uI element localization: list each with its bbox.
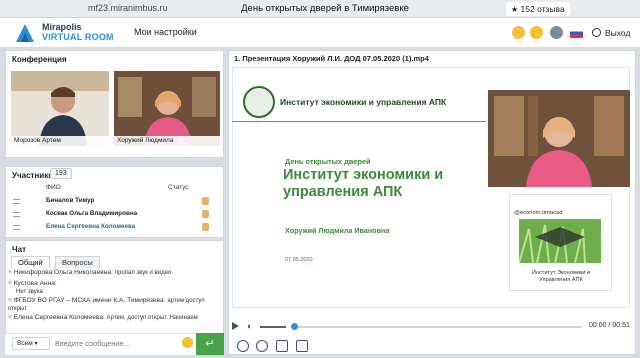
- browser-url[interactable]: mf23.miranimbus.ru: [88, 3, 168, 13]
- participants-title: Участники: [12, 171, 54, 180]
- settings-menu[interactable]: Мои настройки: [134, 27, 197, 37]
- participant-name: Морозов Артем: [11, 136, 109, 146]
- tab-general[interactable]: Общий: [11, 256, 50, 268]
- table-row[interactable]: Косвак Ольга Владимировна: [6, 208, 222, 220]
- row-handle-icon: [13, 212, 20, 217]
- message-text: Нет звука: [16, 289, 43, 295]
- status-icon: [202, 223, 209, 231]
- chevron-down-icon: ▾: [34, 341, 38, 347]
- university-seal-icon: [243, 86, 275, 118]
- participant-video-icon: [11, 71, 109, 146]
- slide-main-title: Институт экономики и управления АПК: [283, 167, 444, 200]
- social-handle: @econom.timacad: [514, 210, 563, 216]
- rating-badge[interactable]: ★ 152 отзыва: [506, 2, 570, 16]
- presentation-title: 1. Презентация Хоружий Л.И. ДОД 07.05.20…: [234, 54, 429, 63]
- playback-scrubber[interactable]: [291, 323, 298, 330]
- row-handle-icon: [13, 225, 20, 230]
- participants-count-badge: 193: [50, 168, 72, 179]
- message-author: Елена Сергеевна Коломеева:: [13, 314, 105, 321]
- star-icon: ★: [511, 5, 519, 14]
- chat-message-input[interactable]: [55, 337, 180, 350]
- volume-icon[interactable]: ◖: [246, 322, 251, 331]
- chat-title: Чат: [12, 245, 26, 254]
- participant-name: Елена Сергеевна Коломеева: [46, 223, 136, 230]
- speaker-image-icon: [488, 90, 630, 187]
- message-text: пропал звук и видео: [114, 270, 172, 276]
- chat-message: ≡ Елена Сергеевна Коломеева: Артем, дост…: [8, 314, 218, 322]
- smile-icon[interactable]: [530, 26, 543, 39]
- graduation-cap-icon: [519, 219, 601, 263]
- flag-ru-icon[interactable]: [570, 28, 583, 38]
- slide-date: 07.05.2020: [285, 257, 313, 263]
- slide-author: Хоружий Людмила Ивановна: [285, 226, 390, 235]
- zoom-in-icon[interactable]: [237, 340, 249, 352]
- volume-slider[interactable]: [260, 326, 286, 328]
- message-author: ФГБОУ ВО РГАУ – МСХА имени К.А. Тимирязе…: [13, 297, 166, 304]
- participant-name: Косвак Ольга Владимировна: [46, 210, 138, 217]
- speaker-video: [488, 90, 630, 187]
- user-circle-icon[interactable]: [550, 26, 563, 39]
- send-icon: ↵: [205, 338, 215, 350]
- chat-message: ≡ Кустова Анна: Нет звука: [8, 280, 218, 296]
- logo-text-brand: Mirapolis: [42, 22, 82, 32]
- status-icon: [202, 197, 209, 205]
- table-row[interactable]: Елена Сергеевна Коломеева: [6, 221, 222, 233]
- chat-message: ≡ Никифорова Ольга Николаевна: пропал зв…: [8, 269, 218, 277]
- table-row[interactable]: Биналов Тимур: [6, 195, 222, 207]
- playback-progress-bar[interactable]: [292, 326, 582, 328]
- row-handle-icon: [13, 199, 20, 204]
- send-button[interactable]: ↵: [196, 333, 224, 355]
- emoji-icon[interactable]: [182, 337, 193, 348]
- mirapolis-logo-icon: [16, 24, 34, 42]
- slide-subtitle: День открытых дверей: [285, 157, 371, 166]
- recipient-value: Всем: [17, 340, 33, 347]
- participant-video-icon: [114, 71, 220, 146]
- slide-header: Институт экономики и управления АПК: [280, 97, 447, 107]
- logo-text-product: VIRTUAL ROOM: [42, 32, 114, 42]
- playback-time: 00:00 / 00:51: [589, 322, 630, 329]
- message-author: Кустова Анна:: [13, 280, 57, 287]
- tab-questions[interactable]: Вопросы: [55, 256, 100, 268]
- fullscreen-icon[interactable]: [296, 340, 308, 352]
- column-header-status[interactable]: Статус: [168, 184, 189, 191]
- fit-screen-icon[interactable]: [276, 340, 288, 352]
- exit-icon[interactable]: [592, 28, 601, 37]
- participant-name: Хоружий Людмила: [114, 136, 220, 146]
- message-author: Никифорова Ольга Николаевна:: [13, 269, 113, 276]
- status-icon: [202, 210, 209, 218]
- exit-button[interactable]: Выход: [605, 28, 630, 38]
- conference-title: Конференция: [12, 55, 67, 64]
- video-tile[interactable]: Морозов Артем: [11, 71, 109, 146]
- chat-message: ≡ ФГБОУ ВО РГАУ – МСХА имени К.А. Тимиря…: [8, 297, 218, 313]
- slide-divider: [232, 121, 486, 122]
- zoom-out-icon[interactable]: [256, 340, 268, 352]
- column-header-name[interactable]: ФИО: [46, 184, 61, 191]
- recipient-select[interactable]: Всем ▾: [12, 337, 50, 350]
- video-tile[interactable]: Хоружий Людмила: [114, 71, 220, 146]
- rating-text: 152 отзыва: [520, 4, 565, 14]
- social-card-caption: Институт Экономики и Управления АПК: [531, 270, 591, 283]
- play-button[interactable]: [232, 322, 239, 330]
- browser-page-title: День открытых дверей в Тимирязевке: [241, 3, 409, 14]
- hand-icon[interactable]: [512, 26, 525, 39]
- message-text: Артем, доступ открыт. Начинаем: [106, 315, 198, 321]
- participant-name: Биналов Тимур: [46, 197, 95, 204]
